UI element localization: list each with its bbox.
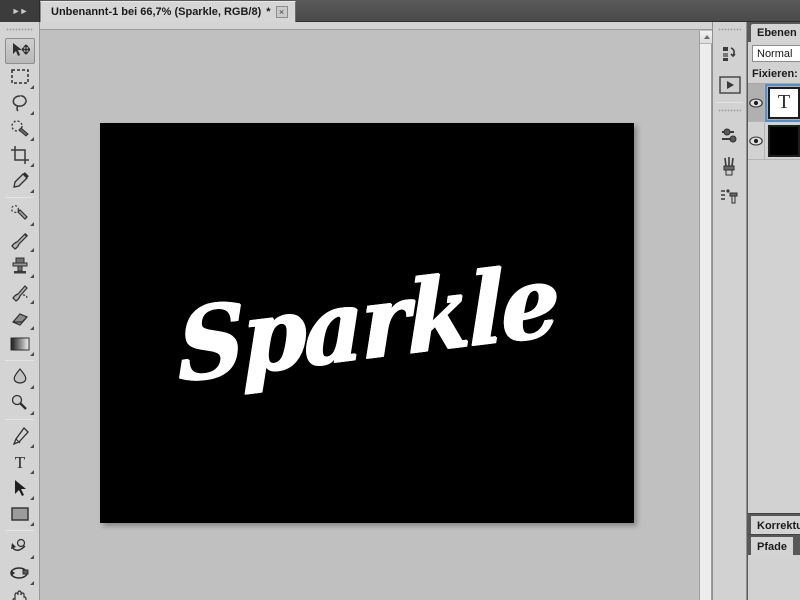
- paths-panel-body[interactable]: [748, 555, 800, 600]
- rectangle-shape-tool[interactable]: [5, 501, 35, 527]
- chevron-double-right-icon[interactable]: ►►: [12, 6, 29, 16]
- tool-divider: [5, 419, 34, 420]
- actions-panel-icon[interactable]: [715, 70, 744, 99]
- artwork-text: Sparkle: [176, 241, 558, 405]
- spot-healing-brush-tool[interactable]: [5, 201, 35, 227]
- lock-label: Fixieren:: [752, 68, 798, 80]
- tab-pfade[interactable]: Pfade: [751, 537, 793, 556]
- rectangular-marquee-tool[interactable]: [5, 64, 35, 90]
- photoshop-window: ►► Unbenannt-1 bei 66,7% (Sparkle, RGB/8…: [0, 0, 800, 600]
- blend-mode-row: Normal: [748, 42, 800, 65]
- clone-source-panel-icon[interactable]: [715, 182, 744, 211]
- lasso-tool[interactable]: [5, 90, 35, 116]
- document-canvas[interactable]: Sparkle: [100, 123, 634, 523]
- adjustments-panel-header: Korrekturen: [748, 513, 800, 535]
- quick-selection-tool[interactable]: [5, 116, 35, 142]
- canvas-vertical-scrollbar[interactable]: [699, 31, 713, 600]
- layer-list: T: [748, 83, 800, 160]
- dock-rail-grip-top[interactable]: [718, 25, 741, 36]
- dodge-tool[interactable]: [5, 390, 35, 416]
- layers-panel: Ebenen Normal Fixieren: T Korrekturen Pf…: [747, 22, 800, 600]
- tools-panel-grip[interactable]: [6, 25, 33, 36]
- tab-ebenen[interactable]: Ebenen: [751, 24, 800, 42]
- eyedropper-tool[interactable]: [5, 168, 35, 194]
- dock-rail-grip-bottom[interactable]: [718, 106, 741, 117]
- eye-icon[interactable]: [748, 122, 765, 159]
- eraser-tool[interactable]: [5, 305, 35, 331]
- layers-panel-tabstrip: Ebenen: [748, 22, 800, 42]
- tool-divider: [5, 197, 34, 198]
- layer-thumbnail[interactable]: T: [765, 83, 800, 122]
- crop-tool[interactable]: [5, 142, 35, 168]
- hand-tool[interactable]: [5, 586, 35, 600]
- bottom-panel-group: Korrekturen Pfade: [748, 513, 800, 600]
- gradient-tool[interactable]: [5, 331, 35, 357]
- tool-divider: [5, 360, 34, 361]
- history-panel-icon[interactable]: [715, 39, 744, 68]
- adjustments-panel-icon[interactable]: [715, 120, 744, 149]
- move-tool[interactable]: [4, 38, 35, 64]
- path-selection-tool[interactable]: [5, 475, 35, 501]
- document-tab[interactable]: Unbenannt-1 bei 66,7% (Sparkle, RGB/8) *…: [40, 1, 296, 22]
- layer-thumbnail-wrap: [765, 124, 800, 157]
- tool-divider: [5, 530, 34, 531]
- blur-tool[interactable]: [5, 364, 35, 390]
- brush-tool[interactable]: [5, 227, 35, 253]
- 3d-object-rotate-tool[interactable]: [5, 534, 35, 560]
- document-tab-bar: Unbenannt-1 bei 66,7% (Sparkle, RGB/8) *…: [40, 0, 800, 22]
- layer-row[interactable]: [748, 122, 800, 160]
- options-bar: [40, 22, 800, 30]
- pen-tool[interactable]: [5, 423, 35, 449]
- svg-text:T: T: [14, 453, 25, 472]
- history-brush-tool[interactable]: [5, 279, 35, 305]
- document-tab-title: Unbenannt-1 bei 66,7% (Sparkle, RGB/8): [51, 6, 262, 18]
- paths-panel-header: Pfade: [748, 534, 800, 556]
- tools-panel: T ↷: [0, 22, 40, 600]
- tab-korrekturen[interactable]: Korrekturen: [751, 516, 800, 535]
- workspace-collapse-strip[interactable]: ►►: [0, 0, 40, 22]
- 3d-camera-rotate-tool[interactable]: [5, 560, 35, 586]
- panel-dock-rail: [712, 22, 747, 600]
- layer-thumbnail[interactable]: [768, 124, 800, 157]
- brush-presets-panel-icon[interactable]: [715, 151, 744, 180]
- document-workspace[interactable]: Sparkle: [41, 31, 700, 600]
- eye-icon[interactable]: [748, 84, 765, 121]
- horizontal-type-tool[interactable]: T: [5, 449, 35, 475]
- canvas-artwork: Sparkle: [100, 123, 634, 523]
- layer-thumbnail-wrap: T: [765, 83, 800, 122]
- close-icon[interactable]: ×: [275, 6, 288, 18]
- document-modified-marker: *: [266, 6, 271, 18]
- clone-stamp-tool[interactable]: [5, 253, 35, 279]
- layer-row[interactable]: T: [748, 83, 800, 122]
- blend-mode-select[interactable]: Normal: [752, 45, 800, 62]
